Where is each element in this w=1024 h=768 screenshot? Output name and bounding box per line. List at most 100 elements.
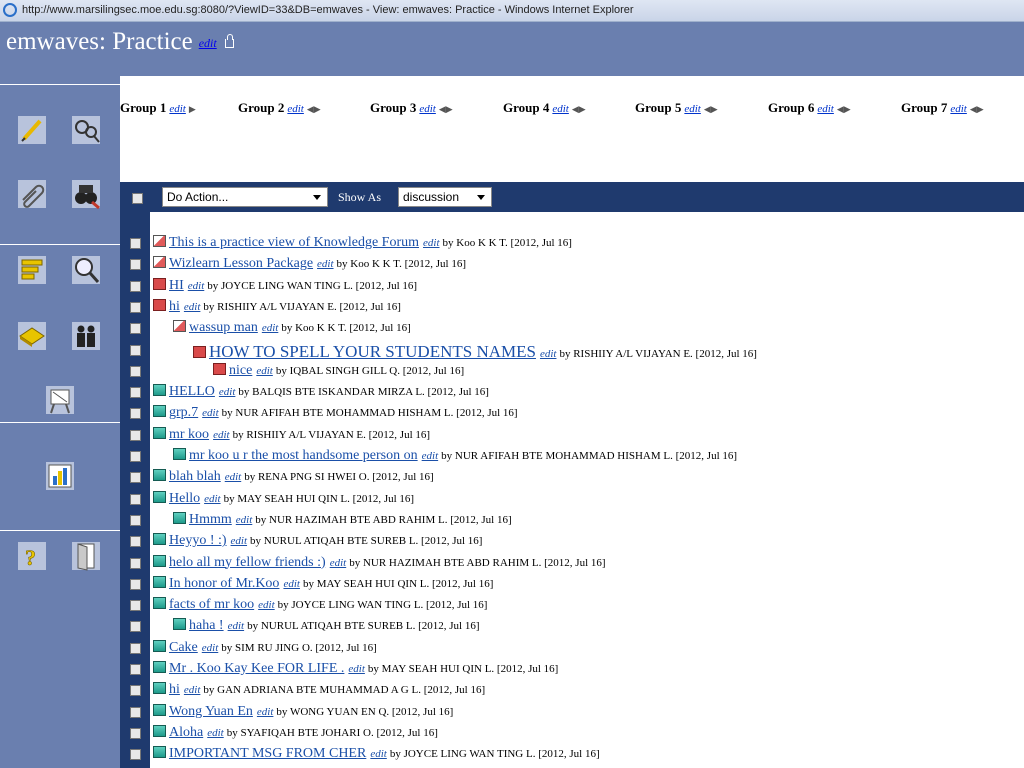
note-icon[interactable] [153,724,166,737]
note-title-link[interactable]: hi [169,299,180,314]
note-checkbox[interactable] [130,536,141,548]
note-edit-link[interactable]: edit [228,620,245,632]
note-title-link[interactable]: facts of mr koo [169,597,254,612]
lock-icon[interactable] [224,33,234,48]
note-title-link[interactable]: mr koo u r the most handsome person on [189,448,418,463]
tab-group-7[interactable]: Group 7 edit ◀▶ [901,100,984,116]
note-edit-link[interactable]: edit [188,280,205,292]
find-button[interactable] [66,174,106,214]
note-title-link[interactable]: Aloha [169,725,203,740]
note-title-link[interactable]: Mr . Koo Kay Kee FOR LIFE . [169,661,344,676]
note-checkbox[interactable] [130,727,141,739]
note-icon[interactable] [153,554,166,567]
note-edit-link[interactable]: edit [422,450,439,462]
note-edit-link[interactable]: edit [219,386,236,398]
note-edit-link[interactable]: edit [184,301,201,313]
note-title-link[interactable]: wassup man [189,320,258,335]
note-checkbox[interactable] [130,493,141,505]
note-title-link[interactable]: Hmmm [189,512,232,527]
note-checkbox[interactable] [130,621,141,633]
note-edit-link[interactable]: edit [330,557,347,569]
note-edit-link[interactable]: edit [540,348,557,360]
scaffold-button[interactable] [12,250,52,290]
note-edit-link[interactable]: edit [317,258,334,270]
references-button[interactable] [12,316,52,356]
note-icon[interactable] [153,746,166,759]
note-title-link[interactable]: Wizlearn Lesson Package [169,256,313,271]
note-checkbox[interactable] [130,557,141,569]
note-checkbox[interactable] [130,429,141,441]
view-edit-link[interactable]: edit [199,36,217,50]
note-checkbox[interactable] [130,578,141,590]
note-icon[interactable] [153,256,166,269]
note-edit-link[interactable]: edit [283,578,300,590]
note-icon[interactable] [153,597,166,610]
group-edit-link[interactable]: edit [169,103,186,115]
tab-group-4[interactable]: Group 4 edit ◀▶ [503,100,586,116]
exit-button[interactable] [66,536,106,576]
note-edit-link[interactable]: edit [225,471,242,483]
group-edit-link[interactable]: edit [950,103,967,115]
note-checkbox[interactable] [130,642,141,654]
note-edit-link[interactable]: edit [207,727,224,739]
note-icon[interactable] [153,277,166,290]
note-edit-link[interactable]: edit [184,684,201,696]
note-edit-link[interactable]: edit [204,493,221,505]
note-edit-link[interactable]: edit [236,514,253,526]
note-edit-link[interactable]: edit [256,365,273,377]
note-edit-link[interactable]: edit [258,599,275,611]
move-arrow-icon[interactable]: ◀▶ [572,104,586,114]
note-icon[interactable] [153,405,166,418]
note-checkbox[interactable] [130,301,141,313]
note-checkbox[interactable] [130,344,141,356]
note-checkbox[interactable] [130,238,141,249]
note-checkbox[interactable] [130,749,141,761]
note-icon[interactable] [153,426,166,439]
note-title-link[interactable]: Cake [169,640,198,655]
note-title-link[interactable]: HI [169,278,184,293]
note-edit-link[interactable]: edit [202,407,219,419]
tab-group-3[interactable]: Group 3 edit ◀▶ [370,100,453,116]
tab-group-2[interactable]: Group 2 edit ◀▶ [238,100,321,116]
note-icon[interactable] [193,345,206,358]
move-arrow-icon[interactable]: ◀▶ [307,104,321,114]
note-title-link[interactable]: HOW TO SPELL YOUR STUDENTS NAMES [209,342,536,361]
note-checkbox[interactable] [130,365,141,377]
note-icon[interactable] [153,533,166,546]
note-icon[interactable] [213,362,226,375]
authors-button[interactable] [66,316,106,356]
note-icon[interactable] [153,298,166,311]
move-arrow-icon[interactable]: ◀▶ [439,104,453,114]
tab-group-6[interactable]: Group 6 edit ◀▶ [768,100,851,116]
note-icon[interactable] [153,490,166,503]
note-icon[interactable] [173,320,186,333]
note-title-link[interactable]: IMPORTANT MSG FROM CHER [169,746,366,761]
note-checkbox[interactable] [130,685,141,697]
note-edit-link[interactable]: edit [202,642,219,654]
note-title-link[interactable]: hi [169,682,180,697]
analytics-button[interactable] [40,456,80,496]
group-edit-link[interactable]: edit [419,103,436,115]
group-edit-link[interactable]: edit [552,103,569,115]
attach-button[interactable] [12,174,52,214]
new-note-button[interactable] [12,110,52,150]
note-checkbox[interactable] [130,706,141,718]
note-checkbox[interactable] [130,514,141,526]
note-edit-link[interactable]: edit [423,237,440,249]
group-edit-link[interactable]: edit [287,103,304,115]
note-edit-link[interactable]: edit [231,535,248,547]
group-edit-link[interactable]: edit [817,103,834,115]
note-title-link[interactable]: nice [229,363,252,378]
note-edit-link[interactable]: edit [348,663,365,675]
show-as-select[interactable]: discussion [398,187,492,207]
note-icon[interactable] [153,639,166,652]
note-icon[interactable] [153,575,166,588]
note-checkbox[interactable] [130,259,141,271]
note-checkbox[interactable] [130,451,141,462]
view-button[interactable] [40,380,80,420]
note-icon[interactable] [173,511,186,524]
move-arrow-icon[interactable]: ◀▶ [704,104,718,114]
note-icon[interactable] [153,682,166,695]
move-arrow-icon[interactable]: ▶ [189,104,196,114]
note-title-link[interactable]: mr koo [169,427,209,442]
